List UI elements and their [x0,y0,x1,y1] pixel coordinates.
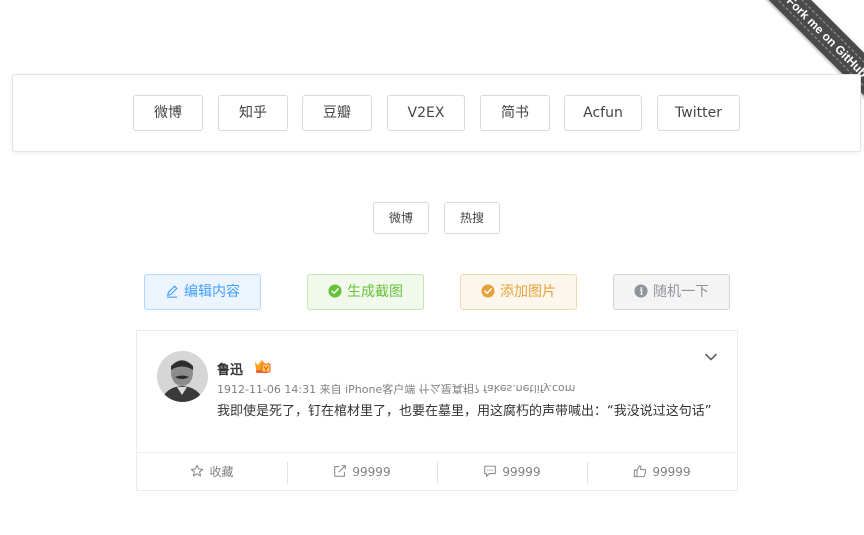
post-actions: 收藏 99999 99999 99999 [137,452,737,491]
vip-badge-icon [255,360,271,373]
comment-icon [484,465,497,477]
post-source: 来自 iPhone客户端 [319,383,416,396]
page: Fork me on GitHub 微博 知乎 豆瓣 V2EX 简书 Acfun… [0,0,864,535]
site-tab-jianshu[interactable]: 简书 [480,95,550,131]
username[interactable]: 鲁迅 [217,359,243,378]
comment-button[interactable]: 99999 [437,453,587,491]
like-button[interactable]: 99999 [587,453,737,491]
star-icon [191,464,204,477]
random-button[interactable]: 随机一下 [613,274,730,310]
pencil-icon [166,285,178,298]
info-circle-icon [634,283,648,298]
edit-content-button[interactable]: 编辑内容 [144,274,261,310]
site-tab-v2ex[interactable]: V2EX [387,95,465,131]
site-tab-weibo[interactable]: 微博 [133,95,203,131]
sub-tab-weibo[interactable]: 微博 [373,202,429,234]
site-tab-zhihu[interactable]: 知乎 [218,95,288,131]
post-text: 我即使是死了，钉在棺材里了，也要在墓里，用这腐朽的声带喊出：“我没说过这句话” [217,404,712,419]
portrait-image [157,351,208,402]
site-tab-acfun[interactable]: Acfun [564,95,642,131]
check-circle-icon [481,283,495,298]
favorite-button[interactable]: 收藏 [137,453,287,491]
site-tab-twitter[interactable]: Twitter [657,95,740,131]
add-image-button[interactable]: 添加图片 [460,274,577,310]
thumbs-up-icon [634,465,647,478]
check-circle-icon [328,283,342,298]
weibo-post-card: 鲁迅 1912-11-06 14:31 来自 iPhone客户端 什么是真相? … [136,330,738,491]
sub-tab-hot-search[interactable]: 热搜 [444,202,500,234]
chevron-down-icon[interactable] [703,349,719,365]
site-tab-douban[interactable]: 豆瓣 [302,95,372,131]
generate-screenshot-button[interactable]: 生成截图 [307,274,424,310]
post-meta: 1912-11-06 14:31 来自 iPhone客户端 什么是真相? fak… [217,381,575,397]
post-mirrored-note: 什么是真相? fakes.netlify.com [418,382,576,395]
avatar[interactable] [157,351,208,402]
post-timestamp: 1912-11-06 14:31 [217,383,317,396]
site-tab-bar: 微博 知乎 豆瓣 V2EX 简书 Acfun Twitter [12,74,861,152]
repost-icon [334,465,347,477]
repost-button[interactable]: 99999 [287,453,437,491]
